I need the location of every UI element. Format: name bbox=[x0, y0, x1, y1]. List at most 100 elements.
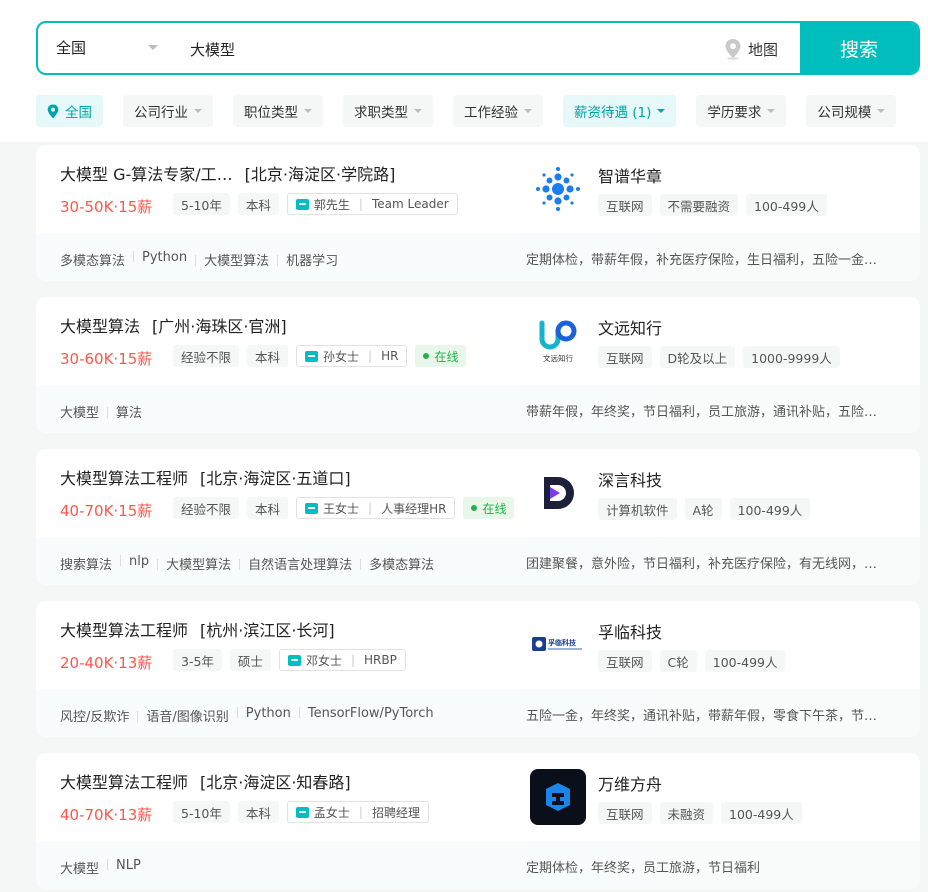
company-tag: 互联网 bbox=[598, 802, 652, 824]
filter-chip[interactable]: 公司行业 bbox=[123, 95, 213, 127]
salary: 40-70K·15薪 bbox=[60, 502, 153, 520]
company-tag: 100-499人 bbox=[729, 498, 811, 520]
filter-chip[interactable]: 工作经验 bbox=[453, 95, 543, 127]
chat-icon bbox=[305, 350, 319, 362]
online-label: 在线 bbox=[434, 349, 459, 364]
job-location: [杭州·滨江区·长河] bbox=[200, 621, 335, 640]
recruiter-info[interactable]: 王女士 | 人事经理HR bbox=[296, 497, 456, 519]
skill-tag: 多模态算法 bbox=[60, 254, 126, 269]
separator: | bbox=[358, 197, 363, 211]
filter-chip[interactable]: 全国 bbox=[36, 95, 103, 127]
chat-icon bbox=[287, 654, 301, 666]
skill-tag: 语音/图像识别 bbox=[129, 706, 228, 725]
fulin-logo-icon[interactable]: 孚临科技 bbox=[530, 617, 586, 673]
search-header: 全国 地图 搜索 全国公司行业职位类型求职类型工作经验薪资待遇 (1)学历要求公… bbox=[0, 0, 928, 142]
job-title[interactable]: 大模型算法工程师 [杭州·滨江区·长河] bbox=[60, 617, 500, 641]
separator: | bbox=[368, 349, 373, 363]
job-card[interactable]: 大模型算法工程师 [北京·海淀区·知春路] 40-70K·13薪 5-10年 本科 孟女士… bbox=[36, 753, 920, 889]
job-tag: 5-10年 bbox=[173, 801, 230, 823]
job-card[interactable]: 大模型算法工程师 [杭州·滨江区·长河] 20-40K·13薪 3-5年 硕士 邓女士 | H… bbox=[36, 601, 920, 737]
skill-list: 多模态算法 Python 大模型算法 机器学习 bbox=[60, 250, 338, 269]
job-title[interactable]: 大模型算法工程师 [北京·海淀区·五道口] bbox=[60, 465, 500, 489]
salary: 40-70K·13薪 bbox=[60, 806, 153, 824]
job-card[interactable]: 大模型算法工程师 [北京·海淀区·五道口] 40-70K·15薪 经验不限 本科 王女士 |… bbox=[36, 449, 920, 585]
filter-label: 求职类型 bbox=[354, 105, 408, 121]
filter-label: 工作经验 bbox=[464, 105, 518, 121]
filter-chip[interactable]: 求职类型 bbox=[343, 95, 433, 127]
skill-tag: TensorFlow/PyTorch bbox=[291, 706, 434, 725]
location-pin-icon bbox=[725, 39, 741, 60]
filter-chip[interactable]: 公司规模 bbox=[806, 95, 897, 127]
chevron-down-icon[interactable] bbox=[148, 45, 158, 50]
filter-chip[interactable]: 职位类型 bbox=[233, 95, 323, 127]
job-tags: 3-5年 硕士 邓女士 | HRBP bbox=[173, 649, 406, 671]
company-tag: D轮及以上 bbox=[659, 346, 736, 368]
skill-tag: 风控/反欺诈 bbox=[60, 710, 130, 725]
recruiter-role: 人事经理HR bbox=[381, 501, 447, 516]
job-tags: 5-10年 本科 孟女士 | 招聘经理 bbox=[173, 801, 429, 823]
filter-label: 公司规模 bbox=[817, 105, 872, 121]
search-input[interactable] bbox=[190, 37, 710, 61]
zhipu-logo-icon[interactable] bbox=[530, 161, 586, 217]
skill-tag: Python bbox=[229, 706, 291, 725]
job-card[interactable]: 大模型算法 [广州·海珠区·官洲] 30-60K·15薪 经验不限 本科 孙女士 | HR 在线… bbox=[36, 297, 920, 433]
job-name: 大模型算法 bbox=[60, 317, 141, 336]
job-name: 大模型算法工程师 bbox=[60, 621, 189, 640]
skill-list: 大模型 算法 bbox=[60, 402, 142, 421]
recruiter-name: 孙女士 bbox=[323, 349, 360, 364]
recruiter-role: HRBP bbox=[364, 653, 397, 667]
recruiter-role: Team Leader bbox=[371, 197, 449, 211]
city-select[interactable]: 全国 bbox=[56, 37, 86, 58]
svg-text:文远知行: 文远知行 bbox=[543, 353, 573, 363]
recruiter-info[interactable]: 郭先生 | Team Leader bbox=[286, 193, 458, 215]
caret-down-icon bbox=[767, 109, 776, 113]
search-button[interactable]: 搜索 bbox=[800, 23, 918, 73]
shenyan-logo-icon[interactable] bbox=[530, 465, 586, 521]
job-name: 大模型算法工程师 bbox=[60, 469, 189, 488]
separator: | bbox=[358, 805, 363, 819]
separator: | bbox=[368, 501, 373, 515]
recruiter-info[interactable]: 孙女士 | HR bbox=[296, 345, 408, 367]
caret-down-icon bbox=[657, 109, 666, 113]
job-card[interactable]: 大模型 G-算法专家/工… [北京·海淀区·学院路] 30-50K·15薪 5-10年… bbox=[36, 145, 920, 281]
company-name[interactable]: 文远知行 bbox=[598, 315, 662, 339]
job-title[interactable]: 大模型算法工程师 [北京·海淀区·知春路] bbox=[60, 769, 500, 793]
company-name[interactable]: 智谱华章 bbox=[598, 163, 662, 187]
map-button[interactable]: 地图 bbox=[724, 36, 778, 62]
company-name[interactable]: 万维方舟 bbox=[598, 771, 662, 795]
filter-chip[interactable]: 学历要求 bbox=[696, 95, 787, 127]
chat-icon bbox=[305, 502, 319, 514]
job-location: [广州·海珠区·官洲] bbox=[152, 317, 287, 336]
job-tag: 5-10年 bbox=[173, 193, 230, 215]
company-tags: 计算机软件 A轮 100-499人 bbox=[598, 498, 811, 520]
job-tag: 本科 bbox=[247, 345, 289, 367]
caret-down-icon bbox=[304, 109, 312, 113]
wanwei-logo-icon[interactable] bbox=[530, 769, 586, 825]
company-tag: 1000-9999人 bbox=[743, 346, 840, 368]
filter-chip[interactable]: 薪资待遇 (1) bbox=[563, 95, 677, 127]
job-title[interactable]: 大模型 G-算法专家/工… [北京·海淀区·学院路] bbox=[60, 161, 500, 185]
company-name[interactable]: 孚临科技 bbox=[598, 619, 662, 643]
svg-text:孚临科技: 孚临科技 bbox=[548, 638, 577, 647]
skill-tag: 自然语言处理算法 bbox=[231, 554, 352, 573]
separator: | bbox=[350, 653, 355, 667]
job-title[interactable]: 大模型算法 [广州·海珠区·官洲] bbox=[60, 313, 500, 337]
recruiter-name: 王女士 bbox=[323, 501, 360, 516]
weride-logo-icon[interactable]: 文远知行 bbox=[530, 313, 586, 369]
job-location: [北京·海淀区·知春路] bbox=[200, 773, 351, 792]
welfare-text: 带薪年假，年终奖，节日福利，员工旅游，通讯补贴，五险一金，定期体检 bbox=[526, 405, 886, 420]
recruiter-info[interactable]: 孟女士 | 招聘经理 bbox=[286, 801, 429, 823]
recruiter-info[interactable]: 邓女士 | HRBP bbox=[278, 649, 406, 671]
company-tags: 互联网 D轮及以上 1000-9999人 bbox=[598, 346, 840, 368]
welfare-text: 定期体检，年终奖，员工旅游，节日福利 bbox=[526, 861, 761, 876]
job-tag: 硕士 bbox=[229, 649, 271, 671]
job-tag: 本科 bbox=[237, 193, 279, 215]
company-tag: 100-499人 bbox=[746, 194, 827, 216]
company-name[interactable]: 深言科技 bbox=[598, 467, 662, 491]
online-label: 在线 bbox=[482, 501, 507, 516]
skill-tag: 大模型 bbox=[60, 862, 100, 877]
search-bar: 全国 地图 搜索 bbox=[36, 21, 920, 75]
company-tag: 互联网 bbox=[598, 346, 652, 368]
filter-label: 学历要求 bbox=[707, 105, 762, 121]
skill-tag: 机器学习 bbox=[269, 250, 338, 269]
